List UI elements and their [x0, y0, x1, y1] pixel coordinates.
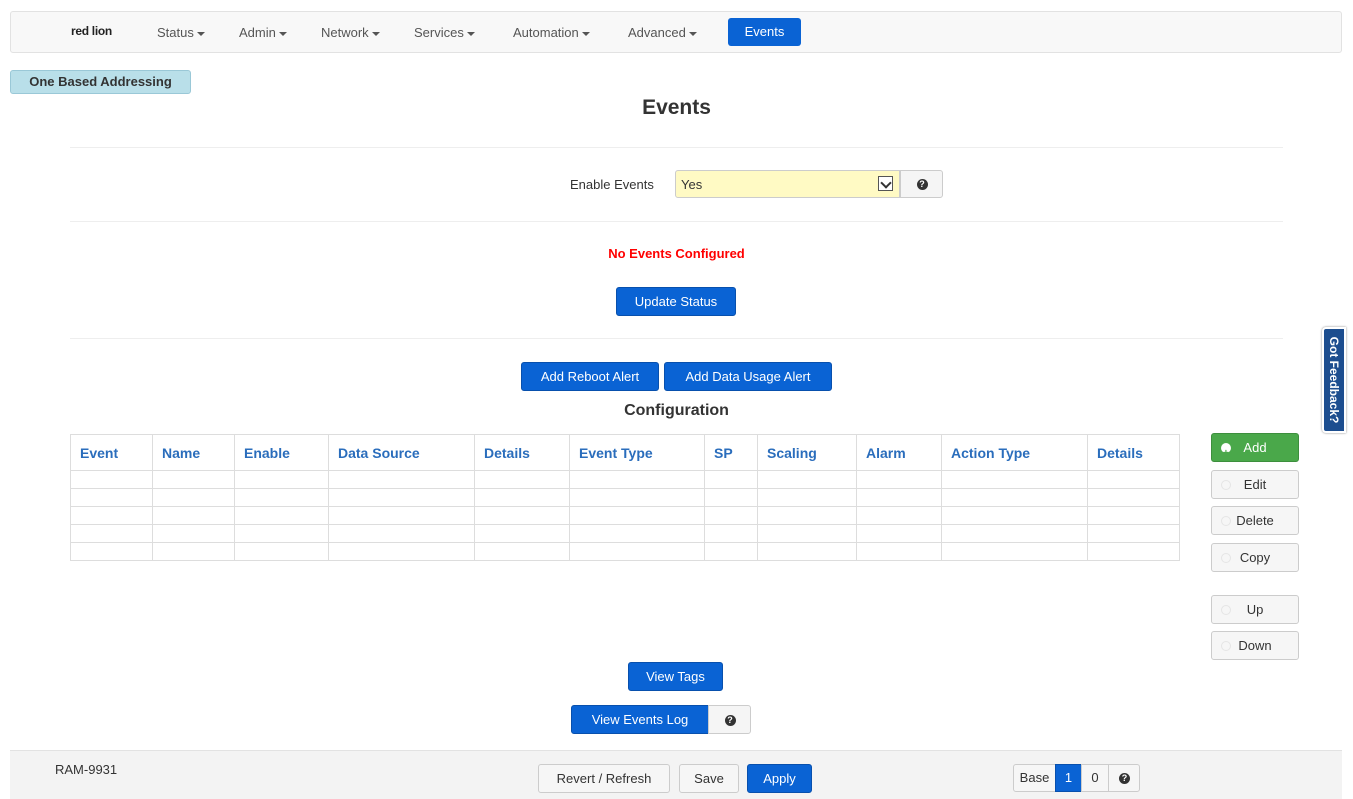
- device-model: RAM-9931: [55, 762, 118, 777]
- table-row[interactable]: [70, 506, 1180, 525]
- base-help-button[interactable]: ?: [1108, 764, 1140, 792]
- add-data-usage-alert-button[interactable]: Add Data Usage Alert: [664, 362, 832, 391]
- feedback-label: Got Feedback?: [1327, 336, 1341, 424]
- nav-admin[interactable]: Admin: [239, 25, 287, 40]
- add-label: Add: [1243, 440, 1267, 455]
- dropdown-arrow-icon: [878, 176, 893, 191]
- down-button[interactable]: Down: [1211, 631, 1299, 660]
- events-log-help-button[interactable]: ?: [708, 705, 751, 734]
- plus-circle-icon: [1221, 440, 1231, 467]
- status-message: No Events Configured: [608, 246, 745, 261]
- table-row[interactable]: [70, 542, 1180, 561]
- divider: [70, 338, 1283, 339]
- question-icon: ?: [916, 179, 928, 190]
- copy-button[interactable]: Copy: [1211, 543, 1299, 572]
- caret-down-icon: [196, 31, 205, 36]
- enable-events-help-button[interactable]: ?: [900, 170, 943, 198]
- feedback-tab[interactable]: Got Feedback?: [1322, 327, 1346, 433]
- delete-label: Delete: [1236, 513, 1274, 528]
- delete-icon: [1221, 516, 1231, 526]
- edit-button[interactable]: Edit: [1211, 470, 1299, 499]
- revert-refresh-button[interactable]: Revert / Refresh: [538, 764, 670, 793]
- copy-label: Copy: [1239, 550, 1271, 565]
- table-header-row: Event Name Enable Data Source Details Ev…: [70, 434, 1180, 471]
- apply-button[interactable]: Apply: [747, 764, 812, 793]
- column-header[interactable]: Details: [474, 434, 570, 471]
- arrow-down-icon: [1221, 641, 1231, 651]
- nav-advanced[interactable]: Advanced: [628, 25, 697, 40]
- table-row[interactable]: [70, 470, 1180, 489]
- base-label: Base: [1013, 764, 1056, 792]
- delete-button[interactable]: Delete: [1211, 506, 1299, 535]
- column-header[interactable]: Event: [70, 434, 153, 471]
- column-header[interactable]: Action Type: [941, 434, 1088, 471]
- column-header[interactable]: SP: [704, 434, 758, 471]
- view-events-log-button[interactable]: View Events Log: [571, 705, 709, 734]
- base-option-1[interactable]: 1: [1055, 764, 1082, 792]
- divider: [70, 221, 1283, 222]
- configuration-title: Configuration: [624, 402, 729, 419]
- addressing-tag: One Based Addressing: [10, 70, 191, 94]
- arrow-up-icon: [1221, 605, 1231, 615]
- table-row[interactable]: [70, 524, 1180, 543]
- caret-down-icon: [371, 31, 380, 36]
- configuration-table: Event Name Enable Data Source Details Ev…: [70, 434, 1180, 561]
- column-header[interactable]: Alarm: [856, 434, 942, 471]
- nav-automation[interactable]: Automation: [513, 25, 590, 40]
- column-header[interactable]: Details: [1087, 434, 1180, 471]
- enable-events-label: Enable Events: [570, 177, 654, 192]
- nav-status[interactable]: Status: [157, 25, 205, 40]
- up-label: Up: [1246, 602, 1264, 617]
- add-reboot-alert-button[interactable]: Add Reboot Alert: [521, 362, 659, 391]
- view-tags-button[interactable]: View Tags: [628, 662, 723, 691]
- column-header[interactable]: Name: [152, 434, 235, 471]
- caret-down-icon: [688, 31, 697, 36]
- top-navbar: red lion Status Admin Network Services A…: [10, 11, 1342, 53]
- column-header[interactable]: Enable: [234, 434, 329, 471]
- divider: [70, 147, 1283, 148]
- column-header[interactable]: Scaling: [757, 434, 857, 471]
- caret-down-icon: [581, 31, 590, 36]
- nav-events[interactable]: Events: [728, 18, 801, 46]
- edit-label: Edit: [1243, 477, 1267, 492]
- up-button[interactable]: Up: [1211, 595, 1299, 624]
- table-row[interactable]: [70, 488, 1180, 507]
- edit-icon: [1221, 480, 1231, 490]
- add-button[interactable]: Add: [1211, 433, 1299, 467]
- enable-events-select[interactable]: Yes: [675, 170, 900, 198]
- nav-network[interactable]: Network: [321, 25, 380, 40]
- caret-down-icon: [466, 31, 475, 36]
- down-label: Down: [1238, 638, 1272, 653]
- page-title: Events: [642, 96, 711, 119]
- base-option-0[interactable]: 0: [1081, 764, 1109, 792]
- column-header[interactable]: Data Source: [328, 434, 475, 471]
- question-icon: ?: [724, 714, 736, 726]
- save-button[interactable]: Save: [679, 764, 739, 793]
- copy-icon: [1221, 553, 1231, 563]
- update-status-button[interactable]: Update Status: [616, 287, 736, 316]
- enable-events-value: Yes: [681, 177, 703, 192]
- column-header[interactable]: Event Type: [569, 434, 705, 471]
- footer-bar: RAM-9931: [10, 750, 1342, 799]
- nav-services[interactable]: Services: [414, 25, 475, 40]
- caret-down-icon: [278, 31, 287, 36]
- red-lion-logo[interactable]: red lion: [71, 24, 112, 38]
- question-icon: ?: [1119, 773, 1130, 784]
